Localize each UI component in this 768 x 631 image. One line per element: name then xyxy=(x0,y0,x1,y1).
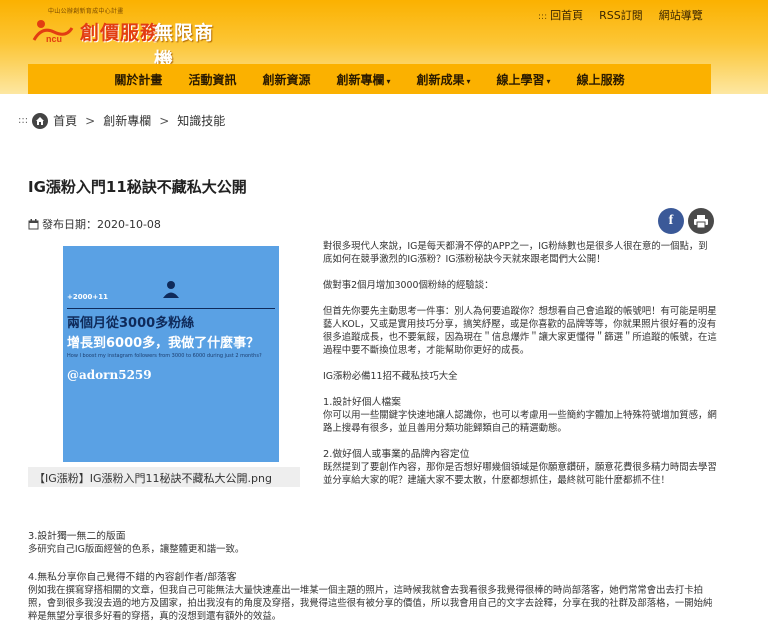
breadcrumb-home[interactable]: 首頁 xyxy=(53,112,77,129)
nav-results[interactable]: 創新成果 ▾ xyxy=(404,71,484,88)
nav-about[interactable]: 關於計畫 xyxy=(101,71,175,88)
home-icon[interactable] xyxy=(32,112,49,129)
tip-2-body: 既然提到了要創作內容，那你是否想好哪幾個領域是你願意鑽研，願意花費很多精力時間去… xyxy=(323,462,717,486)
nav-elearning[interactable]: 線上學習 ▾ xyxy=(484,71,564,88)
svg-text:ncu: ncu xyxy=(46,34,62,44)
publish-date: 發布日期： 2020-10-08 xyxy=(28,216,161,232)
caret-down-icon: ▾ xyxy=(466,76,471,86)
main-nav: 關於計畫 活動資訊 創新資源 創新專欄 ▾ 創新成果 ▾ 線上學習 ▾ 線上服務 xyxy=(28,64,711,94)
article-body: 對很多現代人來說，IG是每天都滑不停的APP之一，IG粉絲數也是很多人很在意的一… xyxy=(323,240,717,500)
tip-4: 4.無私分享你自己覺得不錯的內容創作者/部落客 例如我在撰寫穿搭相關的文章，但我… xyxy=(28,571,718,623)
facebook-share-button[interactable]: f xyxy=(658,208,684,234)
breadcrumb-columns[interactable]: 創新專欄 xyxy=(103,112,151,129)
tip-3-body: 多研究自己IG版面經營的色系，讓整體更和諧一致。 xyxy=(28,544,245,555)
caret-down-icon: ▾ xyxy=(386,76,391,86)
date-label: 發布日期： xyxy=(42,218,97,231)
image-caption: 【IG漲粉】IG漲粉入門11秘訣不藏私大公開.png xyxy=(28,467,300,487)
dots-icon: ::: xyxy=(538,12,548,22)
image-english: How I boost my instagram followers from … xyxy=(67,353,262,359)
nav-events[interactable]: 活動資訊 xyxy=(175,71,249,88)
logo-tagline: 中山公辦創新育成中心計畫 xyxy=(48,8,124,15)
tip-2-title: 2.做好個人或事業的品牌內容定位 xyxy=(323,449,470,460)
article-figure: +2000+11 兩個月從3000多粉絲 增長到6000多，我做了什麼事？ Ho… xyxy=(28,243,300,487)
top-link-home[interactable]: ::: 回首頁 xyxy=(538,7,583,23)
image-headline-2: 增長到6000多，我做了什麼事？ xyxy=(67,336,260,351)
divider xyxy=(67,308,275,309)
top-link-rss[interactable]: RSS訂閱 xyxy=(599,7,643,23)
tip-1-body: 你可以用一些關鍵字快速地讓人認識你，也可以考慮用一些簡約字體加上特殊符號增加質感… xyxy=(323,410,717,434)
site-logo[interactable]: 中山公辦創新育成中心計畫 ncu 創價服務 無限商機 xyxy=(30,6,230,71)
top-links: ::: 回首頁 RSS訂閱 網站導覽 xyxy=(538,7,703,23)
tip-3-title: 3.設計獨一無二的版面 xyxy=(28,531,126,542)
paragraph-heading: 做對事2個月增加3000個粉絲的經驗談： xyxy=(323,280,494,291)
person-icon xyxy=(163,281,179,298)
date-value: 2020-10-08 xyxy=(97,217,161,231)
brand-mark-icon: ncu xyxy=(32,20,74,44)
image-handle: @adorn5259 xyxy=(67,368,152,382)
site-header: 中山公辦創新育成中心計畫 ncu 創價服務 無限商機 ::: 回首頁 RSS訂閱 … xyxy=(0,0,768,94)
printer-icon xyxy=(694,214,708,228)
tip-4-body: 例如我在撰寫穿搭相關的文章，但我自己可能無法大量快速產出一堆某一個主題的照片，這… xyxy=(28,585,713,622)
breadcrumb-separator: > xyxy=(159,113,170,128)
tip-3: 3.設計獨一無二的版面 多研究自己IG版面經營的色系，讓整體更和諧一致。 xyxy=(28,530,718,556)
breadcrumb: ::: 首頁 > 創新專欄 > 知識技能 xyxy=(18,112,225,129)
breadcrumb-separator: > xyxy=(85,113,96,128)
nav-services[interactable]: 線上服務 xyxy=(564,71,638,88)
calendar-icon xyxy=(28,218,39,229)
tip-1-title: 1.設計好個人檔案 xyxy=(323,397,401,408)
top-link-sitemap[interactable]: 網站導覽 xyxy=(659,7,703,23)
image-headline-1: 兩個月從3000多粉絲 xyxy=(67,316,195,331)
caret-down-icon: ▾ xyxy=(546,76,551,86)
brand-name: 創價服務 xyxy=(80,22,161,44)
breadcrumb-current: 知識技能 xyxy=(177,114,226,128)
paragraph-body: 但首先你要先主動思考一件事：別人為何要追蹤你？想想看自己會追蹤的帳號吧！有可能是… xyxy=(323,306,717,356)
tip-4-title: 4.無私分享你自己覺得不錯的內容創作者/部落客 xyxy=(28,572,237,583)
section-heading: IG漲粉必備11招不藏私技巧大全 xyxy=(323,371,458,382)
nav-resources[interactable]: 創新資源 xyxy=(249,71,323,88)
article-image[interactable]: +2000+11 兩個月從3000多粉絲 增長到6000多，我做了什麼事？ Ho… xyxy=(63,246,279,462)
print-button[interactable] xyxy=(688,208,714,234)
dots-icon: ::: xyxy=(18,115,29,126)
page-title: IG漲粉入門11秘訣不藏私大公開 xyxy=(28,178,247,196)
nav-columns[interactable]: 創新專欄 ▾ xyxy=(323,71,403,88)
follower-count: +2000+11 xyxy=(67,293,108,301)
paragraph-intro: 對很多現代人來說，IG是每天都滑不停的APP之一，IG粉絲數也是很多人很在意的一… xyxy=(323,241,708,265)
share-buttons: f xyxy=(658,208,714,234)
